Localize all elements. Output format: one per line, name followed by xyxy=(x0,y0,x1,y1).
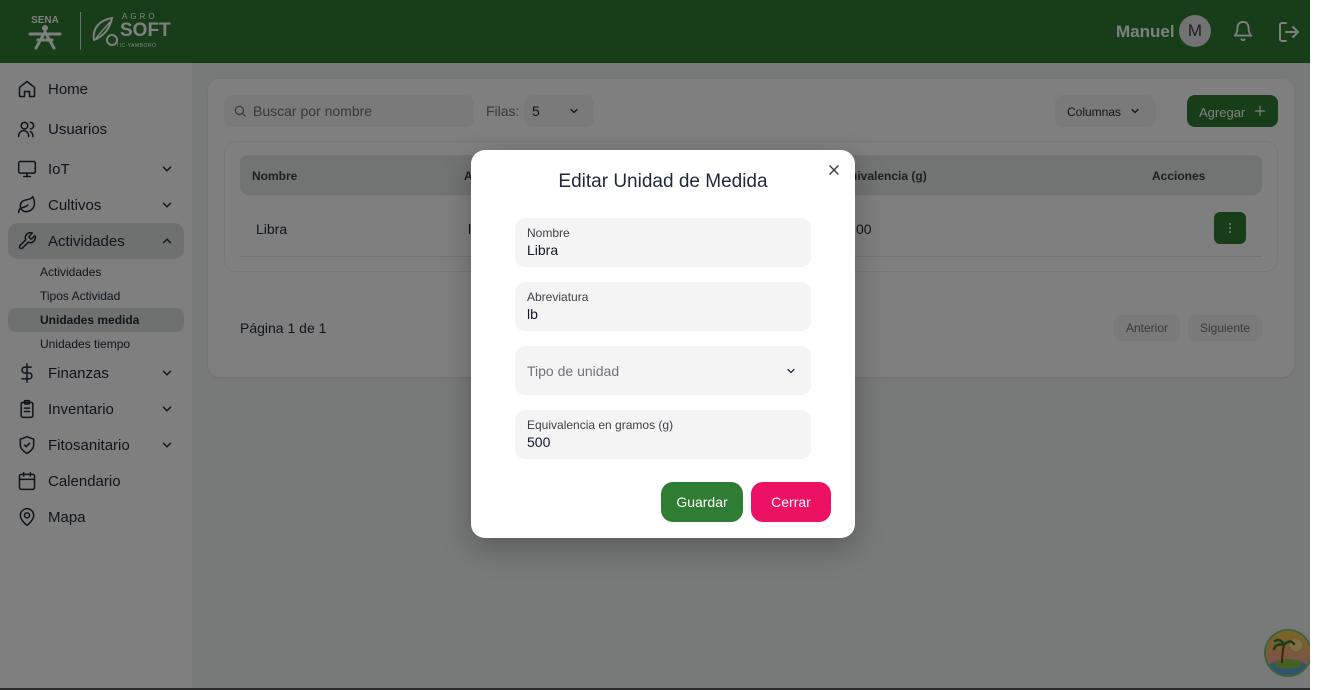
save-button[interactable]: Guardar xyxy=(661,482,743,522)
abreviatura-label: Abreviatura xyxy=(527,290,589,304)
tipo-unidad-select[interactable]: Tipo de unidad xyxy=(515,346,811,395)
close-icon[interactable] xyxy=(827,163,841,177)
equivalencia-label: Equivalencia en gramos (g) xyxy=(527,418,674,432)
equivalencia-value: 500 xyxy=(527,434,551,450)
nombre-field[interactable]: Nombre Libra xyxy=(515,218,811,267)
chevron-down-icon xyxy=(787,368,795,374)
nombre-label: Nombre xyxy=(527,226,570,240)
nombre-value: Libra xyxy=(527,242,559,258)
cancel-button[interactable]: Cerrar xyxy=(751,482,831,522)
abreviatura-field[interactable]: Abreviatura lb xyxy=(515,282,811,331)
edit-unit-modal: Editar Unidad de Medida Nombre Libra Abr… xyxy=(471,150,855,538)
modal-title: Editar Unidad de Medida xyxy=(558,171,768,192)
app-window: SENA AGRO SOFT TIC-YAMBORÓ Manuel M xyxy=(0,0,1310,688)
tipo-unidad-placeholder: Tipo de unidad xyxy=(527,363,620,379)
equivalencia-field[interactable]: Equivalencia en gramos (g) 500 xyxy=(515,410,811,459)
abreviatura-value: lb xyxy=(527,306,538,322)
